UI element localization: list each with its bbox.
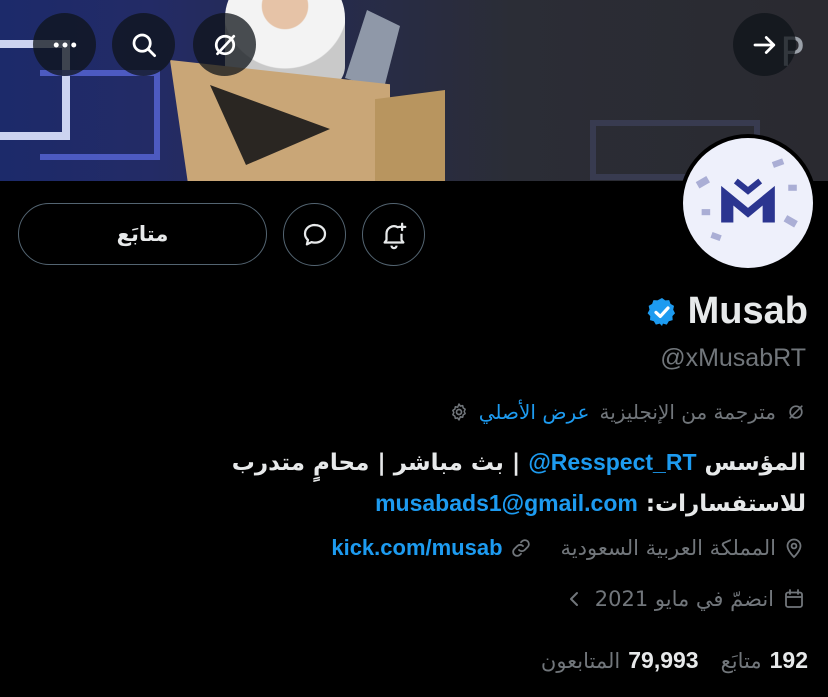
bell-plus-icon <box>383 222 406 249</box>
website-link[interactable]: kick.com/musab <box>331 535 502 561</box>
followers-label: المتابعون <box>540 649 621 673</box>
followers-count: 79,993 <box>628 647 699 673</box>
link-icon <box>511 539 530 557</box>
show-original-link[interactable]: عرض الأصلي <box>479 400 590 424</box>
back-button[interactable] <box>733 13 796 76</box>
location-text: المملكة العربية السعودية <box>560 536 776 560</box>
arrow-right-icon <box>753 35 775 54</box>
notifications-button[interactable] <box>362 203 425 266</box>
following-label: متابَع <box>720 649 762 673</box>
joined-row: انضمّ في مايو 2021 <box>563 587 806 611</box>
message-bubble-icon <box>303 223 326 245</box>
joined-text: انضمّ في مايو 2021 <box>594 587 774 611</box>
verified-badge-icon <box>647 297 675 326</box>
message-button[interactable] <box>283 203 346 266</box>
translate-toggle-button[interactable] <box>193 13 256 76</box>
calendar-icon <box>785 589 803 608</box>
profile-stats: 192 متابَع 79,993 المتابعون <box>541 647 808 674</box>
gear-icon[interactable] <box>449 402 469 422</box>
website-item[interactable]: kick.com/musab <box>331 535 532 561</box>
following-stat[interactable]: 192 متابَع <box>721 647 808 674</box>
followers-stat[interactable]: 79,993 المتابعون <box>541 647 699 674</box>
search-button[interactable] <box>112 13 175 76</box>
more-horizontal-icon <box>53 42 76 47</box>
following-count: 192 <box>769 647 808 673</box>
translation-status: مترجمة من الإنجليزية <box>599 400 776 424</box>
profile-name-row: Musab <box>646 290 808 333</box>
following-button[interactable]: متابَع <box>18 203 267 265</box>
translate-off-icon <box>214 34 235 55</box>
search-icon <box>132 33 156 57</box>
profile-bio: المؤسس @Resspect_RT | بث مباشر | محامٍ م… <box>106 442 806 524</box>
bio-line-2: للاستفسارات: musabads1@gmail.com <box>375 490 806 517</box>
translation-row: مترجمة من الإنجليزية عرض الأصلي <box>449 400 806 424</box>
avatar[interactable] <box>679 134 817 272</box>
more-options-button[interactable] <box>33 13 96 76</box>
chevron-left-icon[interactable] <box>563 587 587 611</box>
location-pin-icon <box>786 538 802 559</box>
profile-handle: @xMusabRT <box>660 344 806 372</box>
bio-email-link[interactable]: musabads1@gmail.com <box>375 490 638 516</box>
location-item: المملكة العربية السعودية <box>561 536 806 560</box>
profile-name: Musab <box>687 290 808 332</box>
profile-meta: المملكة العربية السعودية kick.com/musab <box>331 535 806 561</box>
avatar-logo <box>683 138 813 268</box>
following-button-label: متابَع <box>116 222 169 246</box>
bio-line-1: المؤسس @Resspect_RT | بث مباشر | محامٍ م… <box>231 449 806 476</box>
bio-mention-link[interactable]: @Resspect_RT <box>528 449 696 475</box>
translate-off-icon <box>789 405 803 419</box>
